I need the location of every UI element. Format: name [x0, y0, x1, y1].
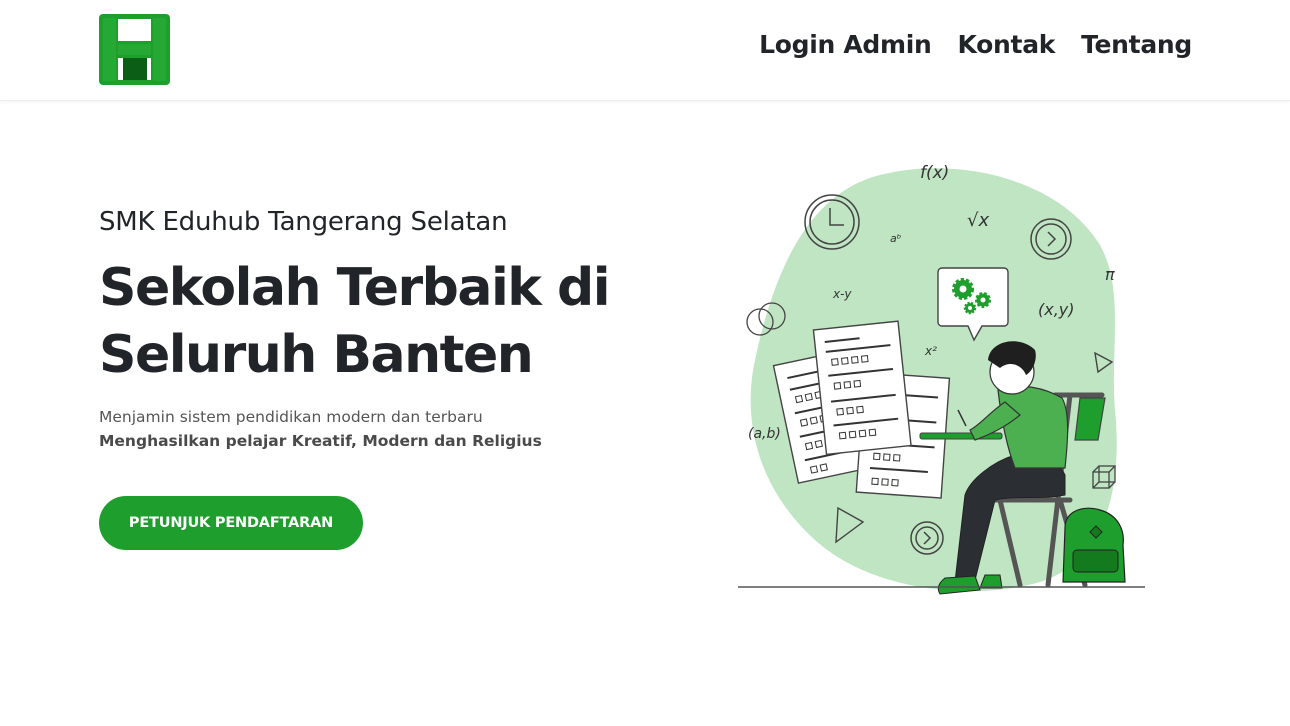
headline-line-2: Seluruh Banten	[99, 325, 534, 385]
math-label-x2: x²	[924, 344, 937, 358]
main-nav: Login Admin Kontak Tentang	[759, 30, 1192, 59]
nav-kontak-link[interactable]: Kontak	[958, 30, 1056, 59]
hero-description: Menjamin sistem pendidikan modern dan te…	[99, 408, 483, 426]
math-label-xy: x-y	[832, 287, 852, 301]
eduhub-logo-icon[interactable]	[99, 14, 170, 85]
backpack-icon	[1062, 507, 1126, 583]
headline-line-1: Sekolah Terbaik di	[99, 258, 611, 318]
nav-login-admin-link[interactable]: Login Admin	[759, 30, 932, 59]
school-name: SMK Eduhub Tangerang Selatan	[99, 207, 508, 237]
math-label-pi: π	[1105, 265, 1115, 284]
math-label-point: (a,b)	[748, 426, 781, 442]
registration-guide-button[interactable]: PETUNJUK PENDAFTARAN	[99, 496, 363, 550]
hero-text: SMK Eduhub Tangerang Selatan Sekolah Ter…	[99, 207, 659, 453]
math-label-ab: aᵇ	[890, 232, 902, 245]
math-label-coord: (x,y)	[1038, 300, 1075, 319]
hero-description-bold: Menghasilkan pelajar Kreatif, Modern dan…	[99, 432, 542, 450]
hero-headline: Sekolah Terbaik di Seluruh Banten	[99, 255, 659, 389]
math-label-sqrt: √x	[967, 210, 989, 231]
student-studying-illustration: f(x) aᵇ √x x-y x² (x,y) π (a,b)	[730, 150, 1150, 600]
navbar: Login Admin Kontak Tentang	[0, 0, 1290, 101]
nav-tentang-link[interactable]: Tentang	[1081, 30, 1192, 59]
math-label-fx: f(x)	[920, 163, 949, 183]
